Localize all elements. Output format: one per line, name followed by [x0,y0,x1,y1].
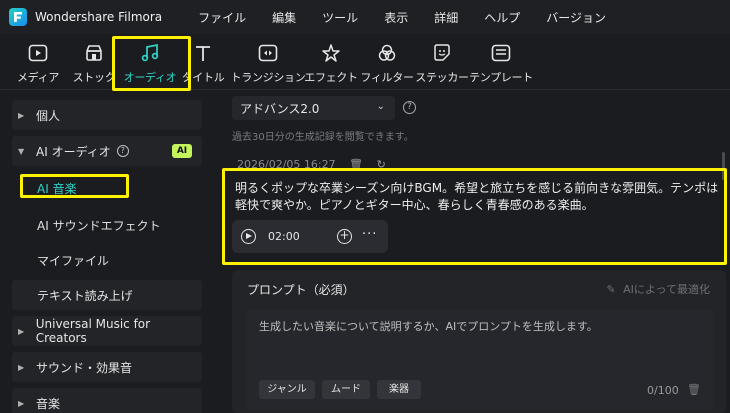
media-icon [27,42,49,64]
tab-filter-label: フィルター [360,71,414,84]
media-toolbar: メディア ストック オーディオ タイトル トランジション エフェクト フィルター… [0,34,730,90]
sidebar-item-label: Universal Music for Creators [35,317,151,345]
transition-icon [257,42,279,64]
prompt-input[interactable]: 生成したい音楽について説明するか、AIでプロンプトを生成します。 ジャンル ムー… [247,309,713,410]
expand-arrow-icon: ▶ [18,362,25,372]
sidebar-item-ai-sound-effect[interactable]: AI サウンドエフェクト [37,217,161,234]
title-icon [192,42,214,64]
menu-view[interactable]: 表示 [384,9,408,26]
main-menu: ファイル 編集 ツール 表示 詳細 ヘルプ ヘルプ バージョン [198,9,632,26]
chip-instrument[interactable]: 楽器 [377,380,421,399]
tab-stock-label: ストック [72,71,116,84]
tab-transition-label: トランジション [230,71,306,84]
template-icon [490,42,512,64]
tab-sticker-label: ステッカー [415,71,469,84]
tab-filter[interactable]: フィルター [360,34,414,90]
app-title: Wondershare Filmora [35,10,163,24]
menu-advanced[interactable]: 詳細 [434,9,458,26]
stock-icon [83,42,105,64]
chip-genre[interactable]: ジャンル [259,380,315,399]
expand-arrow-icon: ▶ [18,398,25,408]
sidebar-item-ai-audio[interactable]: ▼ AI オーディオ ? AI [12,136,202,166]
effect-icon [320,42,342,64]
highlight-ai-music [20,174,129,198]
tab-media[interactable]: メディア [16,34,60,90]
tab-media-label: メディア [16,71,60,84]
tab-effect[interactable]: エフェクト [304,34,358,90]
highlight-audio-tab [112,36,191,91]
prompt-label: プロンプト（必須） [247,283,355,297]
sidebar-item-universal-music[interactable]: ▶ Universal Music for Creators [12,316,202,346]
chevron-down-icon: ⌄ [376,101,385,112]
help-icon[interactable]: ? [403,101,416,114]
expand-arrow-icon: ▶ [18,326,25,336]
prompt-panel: プロンプト（必須） ✎ AIによって最適化 生成したい音楽について説明するか、A… [232,270,726,413]
ai-optimize-button[interactable]: ✎ AIによって最適化 [606,281,710,297]
chip-mood[interactable]: ムード [322,380,370,399]
tab-stock[interactable]: ストック [72,34,116,90]
sidebar-item-label: 音楽 [36,396,61,411]
audio-sidebar: ▶ 個人 ▼ AI オーディオ ? AI AI 音楽 AI サウンドエフェクト … [0,90,213,413]
ai-optimize-label: AIによって最適化 [623,283,710,296]
tab-template-label: テンプレート [469,71,533,84]
highlight-generated-entry [222,168,727,265]
filmora-logo-icon [9,8,27,26]
menu-file[interactable]: ファイル [198,9,246,26]
sidebar-item-label: テキスト読み上げ [37,288,133,303]
sidebar-item-sound-effects[interactable]: ▶ サウンド・効果音 [12,352,202,382]
sidebar-item-my-files[interactable]: マイファイル [37,252,109,269]
tab-effect-label: エフェクト [304,71,358,84]
menu-help[interactable]: ヘルプ [484,9,520,26]
tab-template[interactable]: テンプレート [469,34,533,90]
menu-version-label[interactable]: バージョン [546,9,606,26]
collapse-arrow-icon: ▼ [18,146,25,156]
sticker-icon [431,42,453,64]
menu-edit[interactable]: 編集 [272,9,296,26]
magic-pen-icon: ✎ [606,283,616,296]
help-icon[interactable]: ? [116,145,129,157]
history-note: 過去30日分の生成記録を閲覧できます。 [232,132,414,143]
clear-icon[interactable]: 🗑 [687,383,701,396]
char-counter: 0/100 [647,384,679,397]
ai-badge: AI [172,144,192,158]
sidebar-item-label: 個人 [36,108,61,123]
model-select-value: アドバンス2.0 [240,101,320,116]
filter-icon [376,42,398,64]
menu-bar: Wondershare Filmora ファイル 編集 ツール 表示 詳細 ヘル… [0,0,730,34]
menu-tools[interactable]: ツール [322,9,358,26]
sidebar-item-personal[interactable]: ▶ 個人 [12,100,202,130]
model-select[interactable]: アドバンス2.0 ⌄ [232,96,395,120]
prompt-placeholder: 生成したい音楽について説明するか、AIでプロンプトを生成します。 [259,320,598,333]
tab-transition[interactable]: トランジション [231,34,306,90]
expand-arrow-icon: ▶ [18,110,25,120]
sidebar-item-label: サウンド・効果音 [36,360,133,375]
sidebar-item-music[interactable]: ▶ 音楽 [12,388,202,413]
tab-sticker[interactable]: ステッカー [415,34,469,90]
sidebar-item-label: AI オーディオ [36,144,111,159]
sidebar-item-tts[interactable]: テキスト読み上げ [12,280,202,310]
